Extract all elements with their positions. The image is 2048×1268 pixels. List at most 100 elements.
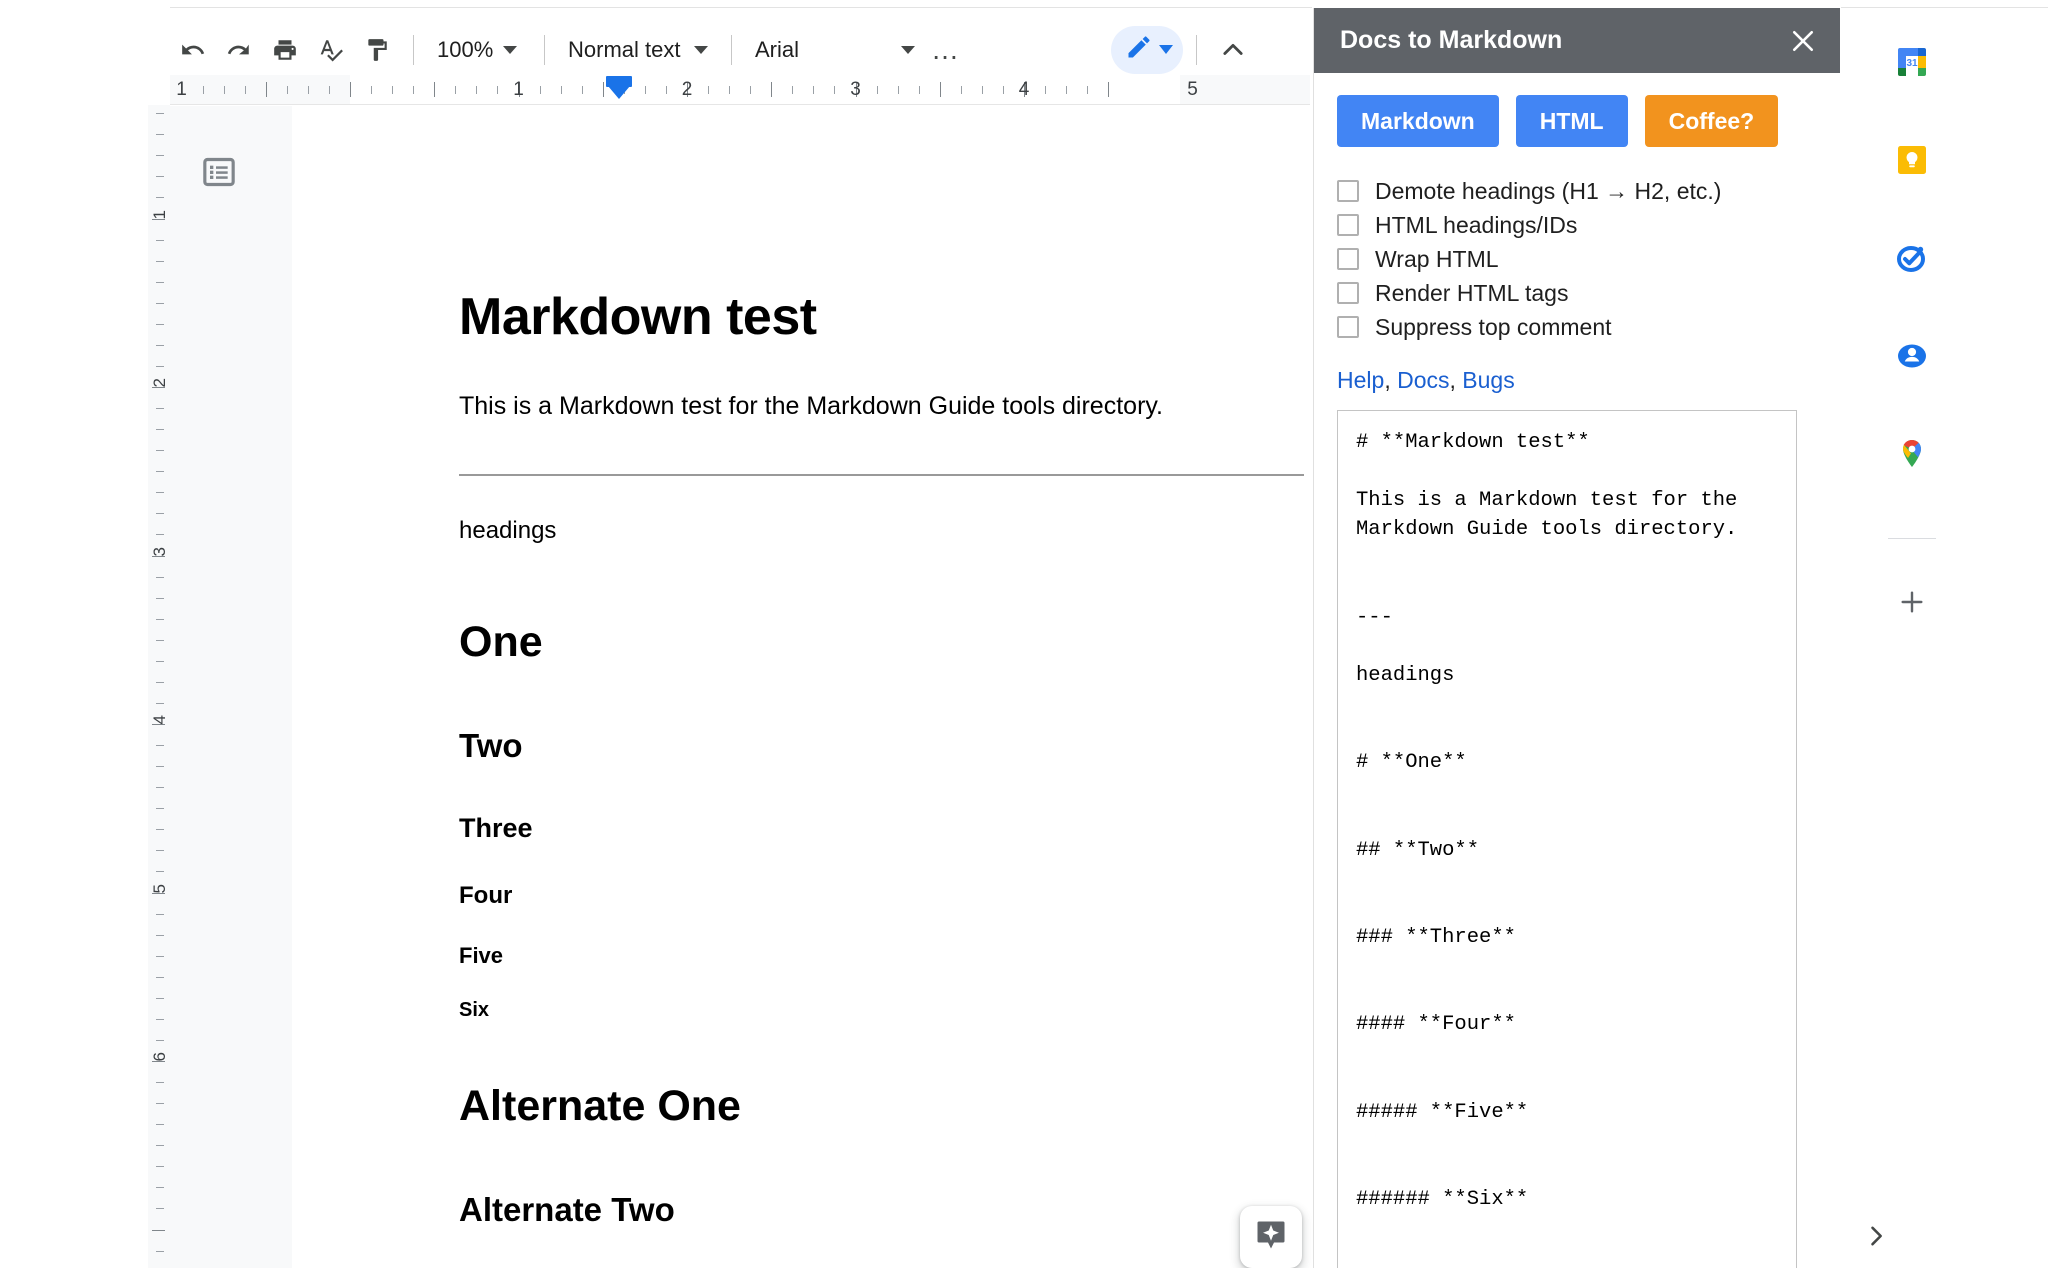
editing-mode-button[interactable] [1111, 25, 1183, 74]
vruler-tick [156, 471, 164, 473]
hide-menus-button[interactable] [1210, 27, 1256, 73]
expand-side-panel-icon[interactable] [1856, 1216, 1896, 1256]
vruler-tick [156, 618, 164, 620]
vruler-tick [156, 745, 164, 747]
link-help[interactable]: Help [1337, 367, 1384, 393]
panel-links: Help, Docs, Bugs [1337, 367, 1817, 394]
vruler-tick [156, 302, 164, 304]
link-separator: , [1449, 367, 1463, 393]
vruler-tick [156, 1082, 164, 1084]
vruler-tick [156, 787, 164, 789]
ruler-tick [834, 86, 836, 94]
pencil-icon [1125, 33, 1153, 66]
panel-button-coffee[interactable]: Coffee? [1644, 95, 1779, 147]
undo-icon[interactable] [170, 27, 216, 73]
docs-to-markdown-panel: Docs to Markdown Markdown HTML Coffee? Dem… [1313, 8, 1840, 1268]
ruler-number: 1 [176, 79, 187, 100]
ruler-tick [434, 82, 436, 97]
vruler-number: 2 [150, 378, 169, 388]
ruler-tick [455, 86, 457, 94]
google-calendar-icon[interactable]: 31 [1888, 38, 1936, 86]
ruler-tick [223, 86, 225, 94]
ruler-tick [602, 82, 604, 97]
toolbar-divider-2 [544, 34, 545, 65]
ruler-number: 4 [1018, 79, 1030, 100]
panel-button-html[interactable]: HTML [1515, 95, 1628, 147]
redo-icon[interactable] [216, 27, 262, 73]
link-docs[interactable]: Docs [1397, 367, 1449, 393]
font-selector[interactable]: Arial [745, 27, 925, 73]
option-row[interactable]: Wrap HTML [1337, 242, 1817, 276]
option-row[interactable]: Demote headings (H1 → H2, etc.) [1337, 174, 1817, 208]
ruler-tick [960, 86, 962, 94]
more-options-icon[interactable]: … [925, 34, 966, 66]
option-label: HTML headings/IDs [1375, 211, 1578, 238]
ruler-tick [265, 82, 267, 97]
ruler-tick [328, 86, 330, 94]
ruler-tick [644, 86, 646, 94]
ruler-tick [876, 86, 878, 94]
vruler-tick [156, 1039, 164, 1041]
vruler-tick [156, 934, 164, 936]
vruler-tick [156, 429, 164, 431]
explore-button[interactable] [1240, 1206, 1302, 1268]
ruler-tick [1002, 86, 1004, 94]
markdown-output-textarea[interactable]: # **Markdown test** This is a Markdown t… [1337, 410, 1797, 1268]
ruler-tick [307, 86, 309, 94]
ruler-tick [202, 86, 204, 94]
zoom-selector[interactable]: 100% [427, 27, 531, 73]
paint-format-icon[interactable] [354, 27, 400, 73]
toolbar-divider-3 [731, 34, 732, 65]
vruler-number: 6 [150, 1052, 169, 1062]
ruler-tick [371, 86, 373, 94]
panel-body: Markdown HTML Coffee? Demote headings (H1 … [1314, 73, 1840, 1268]
heading-three: Three [459, 813, 533, 843]
spelling-check-icon[interactable] [308, 27, 354, 73]
ruler-tick [939, 82, 941, 97]
google-tasks-icon[interactable] [1888, 234, 1936, 282]
option-row[interactable]: Suppress top comment [1337, 310, 1817, 344]
horizontal-ruler[interactable]: 1 1 2 3 4 5 [170, 75, 1310, 105]
option-label: Suppress top comment [1375, 313, 1612, 340]
chevron-down-icon [901, 45, 915, 54]
checkbox-icon[interactable] [1337, 214, 1359, 236]
vruler-tick [156, 450, 164, 452]
ruler-tick [581, 86, 583, 94]
vruler-tick [156, 113, 164, 115]
paragraph-style-selector[interactable]: Normal text [558, 27, 718, 73]
document-page[interactable] [292, 106, 1310, 1268]
intro-paragraph: This is a Markdown test for the Markdown… [459, 392, 1163, 420]
option-row[interactable]: Render HTML tags [1337, 276, 1817, 310]
font-value: Arial [755, 36, 800, 62]
option-row[interactable]: HTML headings/IDs [1337, 208, 1817, 242]
heading-six: Six [459, 999, 490, 1021]
vertical-ruler[interactable]: 1 2 3 4 5 6 [148, 105, 170, 1268]
checkbox-icon[interactable] [1337, 316, 1359, 338]
google-contacts-icon[interactable] [1888, 332, 1936, 380]
print-icon[interactable] [262, 27, 308, 73]
panel-button-markdown[interactable]: Markdown [1337, 95, 1499, 147]
add-ons-plus-icon[interactable] [1888, 578, 1936, 626]
ruler-tick [665, 86, 667, 94]
ruler-number: 3 [850, 79, 861, 100]
vruler-number: 5 [150, 883, 169, 893]
document-outline-icon[interactable] [195, 148, 243, 196]
close-icon[interactable] [1788, 26, 1818, 56]
checkbox-icon[interactable] [1337, 180, 1359, 202]
vruler-number: 3 [150, 546, 169, 556]
checkbox-icon[interactable] [1337, 282, 1359, 304]
indent-triangle-icon [608, 86, 630, 99]
vruler-tick [156, 913, 164, 915]
vruler-number: 4 [150, 715, 169, 725]
google-maps-icon[interactable] [1888, 430, 1936, 478]
vruler-tick [152, 1229, 165, 1231]
google-keep-icon[interactable] [1888, 136, 1936, 184]
ruler-tick [792, 86, 794, 94]
rail-top-divider [1841, 7, 2048, 8]
toolbar-divider-4 [1196, 34, 1197, 65]
link-bugs[interactable]: Bugs [1462, 367, 1514, 393]
zoom-value: 100% [437, 36, 494, 62]
chevron-down-icon [1159, 45, 1173, 54]
checkbox-icon[interactable] [1337, 248, 1359, 270]
ruler-text-area [350, 75, 1180, 104]
